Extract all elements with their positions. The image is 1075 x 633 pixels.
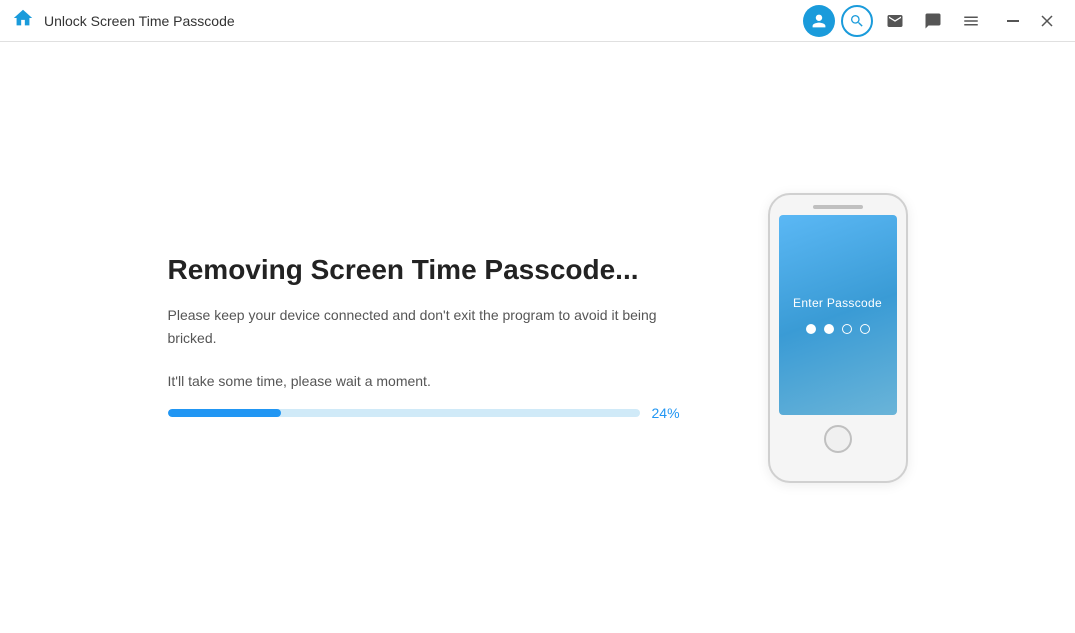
- removing-title: Removing Screen Time Passcode...: [168, 254, 688, 286]
- phone-screen: Enter Passcode: [779, 215, 897, 415]
- right-panel: Enter Passcode: [768, 193, 908, 483]
- removing-description: Please keep your device connected and do…: [168, 304, 688, 349]
- phone-top-bar: [813, 205, 863, 209]
- phone-home-button: [824, 425, 852, 453]
- close-button[interactable]: [1031, 5, 1063, 37]
- home-icon[interactable]: [12, 7, 34, 34]
- left-panel: Removing Screen Time Passcode... Please …: [168, 254, 688, 421]
- progress-percent-label: 24%: [652, 405, 688, 421]
- title-bar-left: Unlock Screen Time Passcode: [12, 7, 803, 34]
- title-bar: Unlock Screen Time Passcode: [0, 0, 1075, 42]
- chat-icon[interactable]: [917, 5, 949, 37]
- wait-text: It'll take some time, please wait a mome…: [168, 373, 688, 389]
- passcode-dot-3: [842, 324, 852, 334]
- window-title: Unlock Screen Time Passcode: [44, 13, 235, 29]
- progress-bar-background: [168, 409, 640, 417]
- menu-icon[interactable]: [955, 5, 987, 37]
- mail-icon[interactable]: [879, 5, 911, 37]
- phone-illustration: Enter Passcode: [768, 193, 908, 483]
- passcode-dot-2: [824, 324, 834, 334]
- search-profile-icon[interactable]: [841, 5, 873, 37]
- window-controls: [997, 5, 1063, 37]
- passcode-dots: [806, 324, 870, 334]
- title-bar-right: [803, 5, 1063, 37]
- enter-passcode-label: Enter Passcode: [793, 296, 882, 310]
- passcode-dot-4: [860, 324, 870, 334]
- progress-bar-fill: [168, 409, 281, 417]
- main-content: Removing Screen Time Passcode... Please …: [0, 42, 1075, 633]
- progress-container: 24%: [168, 405, 688, 421]
- profile-icon[interactable]: [803, 5, 835, 37]
- minimize-button[interactable]: [997, 5, 1029, 37]
- passcode-dot-1: [806, 324, 816, 334]
